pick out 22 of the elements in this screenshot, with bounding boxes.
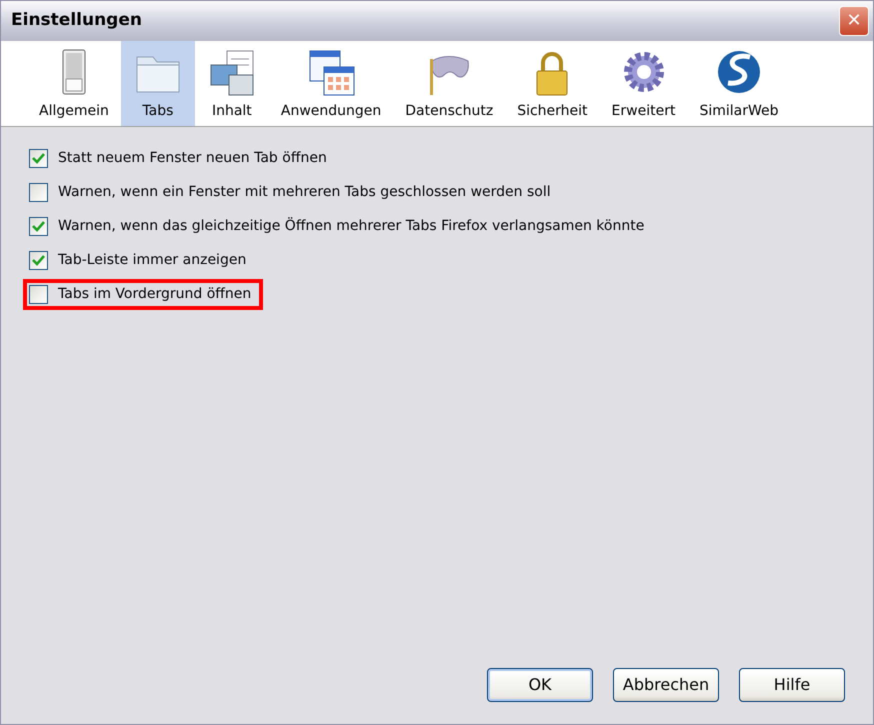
checkbox-label[interactable]: Statt neuem Fenster neuen Tab öffnen [58, 148, 327, 169]
checkbox[interactable] [29, 217, 48, 236]
toolbar-tab[interactable]: Erweitert [600, 41, 688, 126]
checkbox[interactable] [29, 149, 48, 168]
checkbox[interactable] [29, 285, 48, 304]
window-title: Einstellungen [11, 9, 142, 32]
toolbar-tab[interactable]: Datenschutz [393, 41, 506, 126]
checkbox-label[interactable]: Warnen, wenn das gleichzeitige Öffnen mehrerer Tabs Firefox verlangsamen könnte [58, 216, 644, 237]
toolbar-tab[interactable]: Inhalt [194, 41, 269, 126]
checkbox-label[interactable]: Warnen, wenn ein Fenster mit mehreren Tabs geschlossen werden soll [58, 182, 551, 203]
toolbar-tab[interactable]: SimilarWeb [687, 41, 791, 126]
dialog-button[interactable]: Hilfe [739, 668, 845, 702]
toolbar-tab[interactable]: Sicherheit [505, 41, 600, 126]
toolbar-tab[interactable]: Allgemein [27, 41, 121, 126]
toolbar-tab[interactable]: Anwendungen [268, 41, 394, 126]
checkbox[interactable] [29, 251, 48, 270]
toolbar-tab[interactable]: Tabs [120, 41, 195, 126]
checkbox[interactable] [29, 183, 48, 202]
dialog-button[interactable]: OK [487, 668, 593, 702]
dialog-button[interactable]: Abbrechen [613, 668, 719, 702]
checkbox-label[interactable]: Tabs im Vordergrund öffnen [58, 284, 252, 305]
checkbox-label[interactable]: Tab-Leiste immer anzeigen [58, 250, 246, 271]
